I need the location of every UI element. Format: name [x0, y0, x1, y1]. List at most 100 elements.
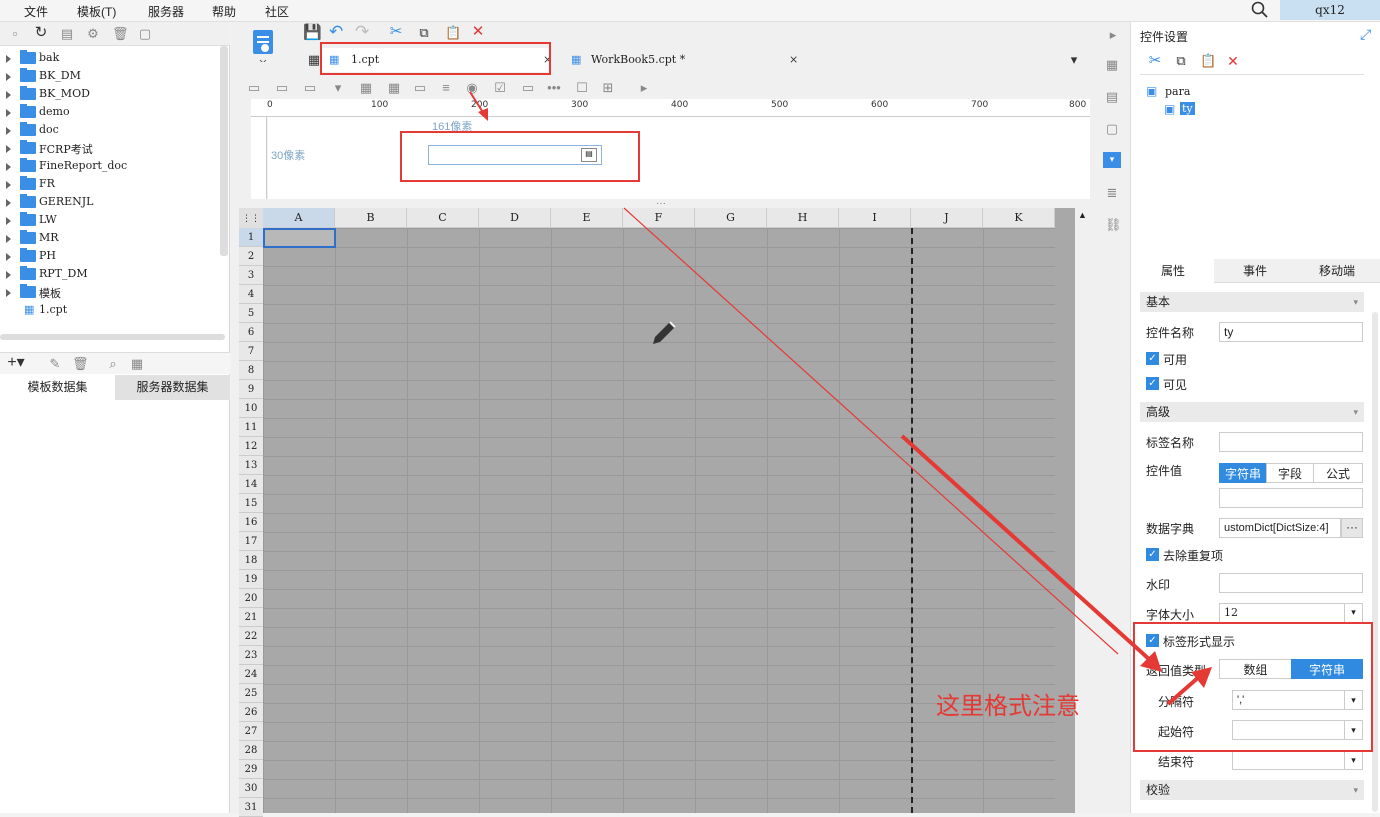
settings-icon[interactable]: ⚙	[86, 27, 100, 41]
widget-settings-icon[interactable]: ▾	[1103, 152, 1121, 168]
tab-events[interactable]: 事件	[1214, 259, 1296, 283]
row-header[interactable]: 16	[239, 513, 263, 532]
expand-icon[interactable]	[6, 289, 11, 297]
row-header[interactable]: 19	[239, 570, 263, 589]
column-header[interactable]: E	[551, 208, 623, 228]
expand-icon[interactable]	[6, 109, 11, 117]
section-basic[interactable]: 基本 ▾	[1140, 292, 1364, 312]
checkbox-widget-icon[interactable]: ☑	[493, 81, 507, 95]
expand-icon[interactable]	[6, 91, 11, 99]
cell-area[interactable]	[263, 228, 1055, 813]
number-widget-icon[interactable]: ▭	[413, 81, 427, 95]
more-widgets-icon[interactable]: ▸	[637, 81, 651, 95]
expand-icon[interactable]	[6, 73, 11, 81]
row-header[interactable]: 2	[239, 247, 263, 266]
column-header[interactable]: A	[263, 208, 335, 228]
row-header[interactable]: 13	[239, 456, 263, 475]
row-header[interactable]: 24	[239, 665, 263, 684]
tree-node-para[interactable]: para	[1165, 85, 1190, 98]
new-folder-icon[interactable]: ▫	[8, 27, 22, 41]
row-header[interactable]: 30	[239, 779, 263, 798]
cell-element-icon[interactable]: ▦	[1105, 58, 1119, 72]
row-header[interactable]: 6	[239, 323, 263, 342]
row-header[interactable]: 20	[239, 589, 263, 608]
expand-icon[interactable]	[6, 235, 11, 243]
name-input[interactable]: ty	[1219, 322, 1363, 342]
password-widget-icon[interactable]: •••	[547, 81, 561, 95]
menu-help[interactable]: 帮助	[212, 3, 236, 20]
delete-icon[interactable]: ✕	[1226, 54, 1240, 68]
template-logo-icon[interactable]	[251, 28, 275, 62]
textarea-widget-icon[interactable]: ≡	[439, 81, 453, 95]
label-widget-icon[interactable]: ▭	[247, 81, 261, 95]
expand-icon[interactable]	[6, 217, 11, 225]
column-header[interactable]: K	[983, 208, 1055, 228]
row-header[interactable]: 28	[239, 741, 263, 760]
dedup-checkbox[interactable]: ✓	[1146, 548, 1159, 561]
section-advanced[interactable]: 高级 ▾	[1140, 402, 1364, 422]
copy-icon[interactable]: ⧉	[1174, 54, 1188, 68]
expand-icon[interactable]	[6, 271, 11, 279]
tree-node-ty[interactable]: ty	[1180, 102, 1195, 115]
expand-icon[interactable]	[6, 163, 11, 171]
dict-input[interactable]: ustomDict[DictSize:4]	[1219, 518, 1341, 538]
grid-vscrollbar[interactable]: ▲	[1075, 208, 1091, 813]
row-header[interactable]: 23	[239, 646, 263, 665]
expand-icon[interactable]	[6, 253, 11, 261]
expand-icon[interactable]	[6, 55, 11, 63]
menu-server[interactable]: 服务器	[148, 3, 184, 20]
menu-template[interactable]: 模板(T)	[77, 3, 116, 20]
value-type-string[interactable]: 字符串	[1219, 463, 1267, 483]
tab-attributes[interactable]: 属性	[1132, 259, 1214, 283]
cut-icon[interactable]: ✂	[389, 24, 403, 39]
tree-widget-icon[interactable]: ⊞	[601, 81, 615, 95]
menu-community[interactable]: 社区	[265, 3, 289, 20]
trash-icon[interactable]: 🗑	[72, 357, 89, 371]
value-input[interactable]	[1219, 488, 1363, 508]
row-header[interactable]: 14	[239, 475, 263, 494]
row-header[interactable]: 15	[239, 494, 263, 513]
hyperlink-icon[interactable]: ⛓	[1105, 218, 1122, 232]
cell-attr-icon[interactable]: ▤	[1105, 90, 1119, 104]
paste-icon[interactable]: 📋	[1200, 54, 1216, 68]
value-type-field[interactable]: 字段	[1266, 463, 1314, 483]
open-icon[interactable]: ▤	[60, 27, 74, 41]
expand-icon[interactable]	[6, 181, 11, 189]
float-element-icon[interactable]: ▢	[1105, 122, 1119, 136]
row-header[interactable]: 27	[239, 722, 263, 741]
preview-icon[interactable]: ⌕	[106, 357, 120, 371]
column-header[interactable]: C	[407, 208, 479, 228]
checkgroup-widget-icon[interactable]: ☐	[575, 81, 589, 95]
copy-icon[interactable]: ⧉	[417, 26, 431, 40]
select-all-corner[interactable]: ⋮⋮	[239, 208, 263, 228]
expand-icon[interactable]	[6, 199, 11, 207]
collapse-icon[interactable]: ▸	[1106, 28, 1120, 42]
row-header[interactable]: 21	[239, 608, 263, 627]
row-header[interactable]: 26	[239, 703, 263, 722]
button-widget-icon[interactable]: ▭	[303, 81, 317, 95]
column-header[interactable]: G	[695, 208, 767, 228]
calendar-widget-icon[interactable]: ▦	[387, 81, 401, 95]
dataset-settings-icon[interactable]: ▦	[130, 357, 144, 371]
text-field-icon[interactable]: ▭	[521, 81, 535, 95]
redo-icon[interactable]: ↷	[355, 23, 369, 40]
paste-icon[interactable]: 📋	[445, 26, 461, 40]
row-header[interactable]: 7	[239, 342, 263, 361]
tag-name-input[interactable]	[1219, 432, 1363, 452]
expand-icon[interactable]	[6, 145, 11, 153]
tree-hscrollbar[interactable]	[0, 334, 225, 340]
tab-template-dataset[interactable]: 模板数据集	[0, 375, 115, 400]
tab-mobile[interactable]: 移动端	[1296, 259, 1378, 283]
column-header[interactable]: B	[335, 208, 407, 228]
row-header[interactable]: 9	[239, 380, 263, 399]
row-header[interactable]: 8	[239, 361, 263, 380]
enabled-checkbox[interactable]: ✓	[1146, 352, 1159, 365]
column-header[interactable]: H	[767, 208, 839, 228]
save-icon[interactable]: 💾	[303, 25, 322, 40]
add-dataset-icon[interactable]: +▾	[6, 355, 26, 371]
column-header[interactable]: J	[911, 208, 983, 228]
row-header[interactable]: 18	[239, 551, 263, 570]
tab-workbook5[interactable]: ▦ WorkBook5.cpt * ×	[563, 48, 803, 72]
delete-icon[interactable]: 🗑	[112, 27, 129, 41]
grid-icon[interactable]: ▦	[307, 53, 321, 67]
